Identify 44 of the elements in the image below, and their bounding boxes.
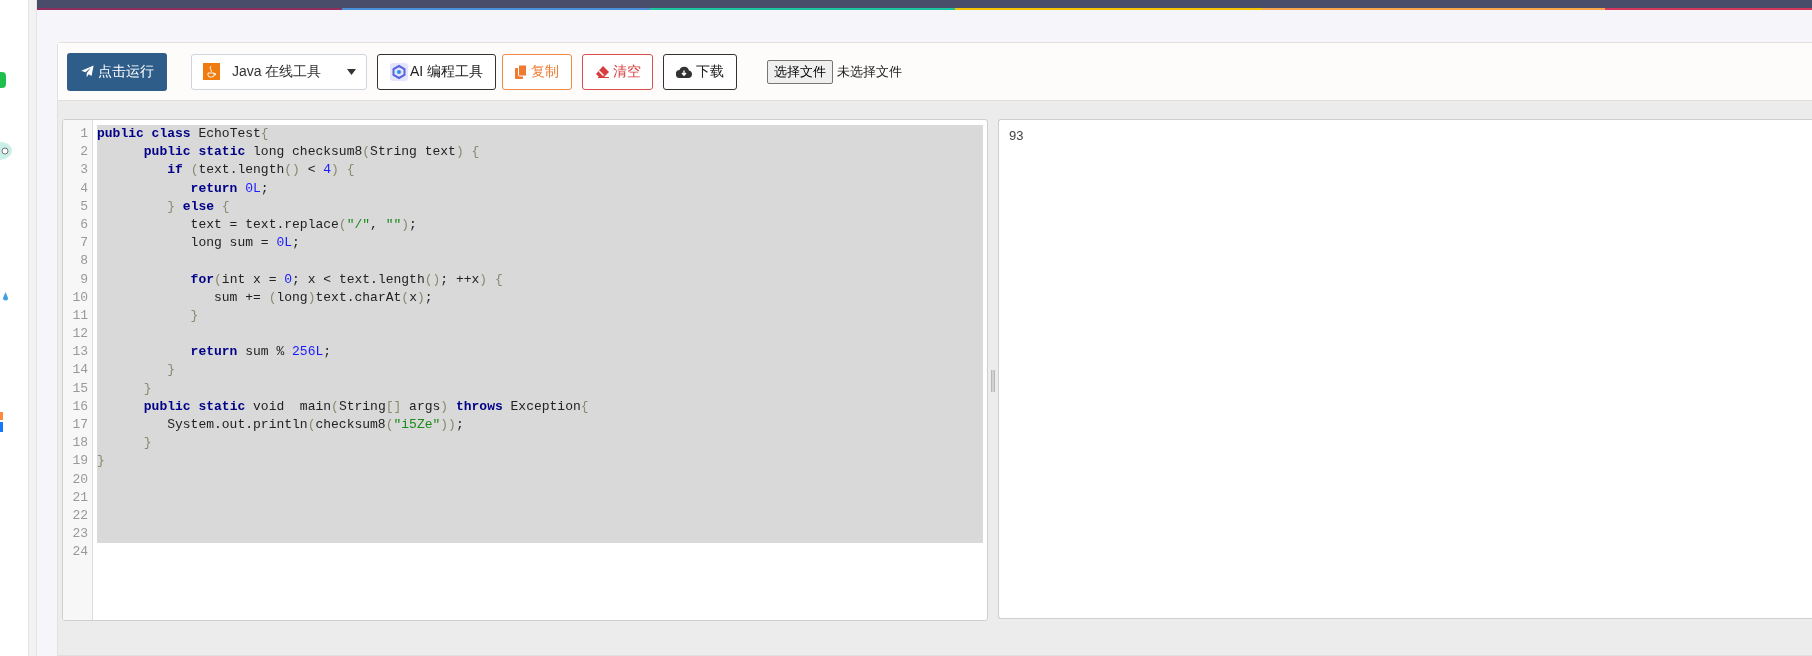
line-number: 3: [80, 162, 88, 178]
line-number: 2: [80, 144, 88, 160]
language-select[interactable]: Java 在线工具: [191, 53, 367, 90]
line-number: 9: [80, 271, 88, 287]
line-number: 23: [72, 526, 88, 542]
eraser-icon: [594, 65, 609, 78]
caret-icon: [347, 68, 356, 75]
line-number: 24: [72, 544, 88, 560]
run-button[interactable]: 点击运行: [67, 52, 167, 91]
ai-logo-icon: [389, 62, 408, 81]
line-number: 13: [72, 344, 88, 360]
line-number: 7: [80, 235, 88, 251]
line-number: 21: [72, 489, 88, 505]
paper-plane-icon: [80, 65, 94, 78]
line-number: 11: [72, 307, 88, 323]
line-number: 14: [72, 362, 88, 378]
line-number: 8: [80, 253, 88, 269]
line-number: 15: [72, 380, 88, 396]
app-tile-icon: [0, 412, 3, 420]
clear-button[interactable]: 清空: [582, 53, 653, 90]
line-number: 4: [80, 180, 88, 196]
line-number: 1: [80, 126, 88, 141]
ai-coding-button[interactable]: AI 编程工具: [377, 53, 496, 90]
app-tile-icon: [0, 422, 3, 432]
line-number: 6: [80, 216, 88, 232]
water-drop-icon: [3, 292, 8, 301]
output-text: 93: [1009, 128, 1024, 144]
line-number: 22: [72, 507, 88, 523]
choose-file-button[interactable]: 选择文件: [767, 59, 833, 84]
line-number: 12: [72, 326, 88, 342]
line-number: 10: [72, 289, 88, 305]
download-button[interactable]: 下载: [663, 53, 737, 90]
line-number: 5: [80, 198, 88, 214]
file-status-text: 未选择文件: [837, 62, 902, 81]
line-number: 17: [72, 417, 88, 432]
resize-grip-icon[interactable]: [991, 370, 995, 392]
cloud-download-icon: [676, 65, 692, 78]
line-number: 18: [72, 435, 88, 451]
code-editor[interactable]: [62, 119, 988, 621]
line-number: 20: [72, 471, 88, 487]
line-number: 19: [72, 453, 88, 469]
copy-icon: [515, 64, 527, 79]
java-cup-icon: [203, 63, 220, 80]
line-number: 16: [72, 398, 88, 414]
